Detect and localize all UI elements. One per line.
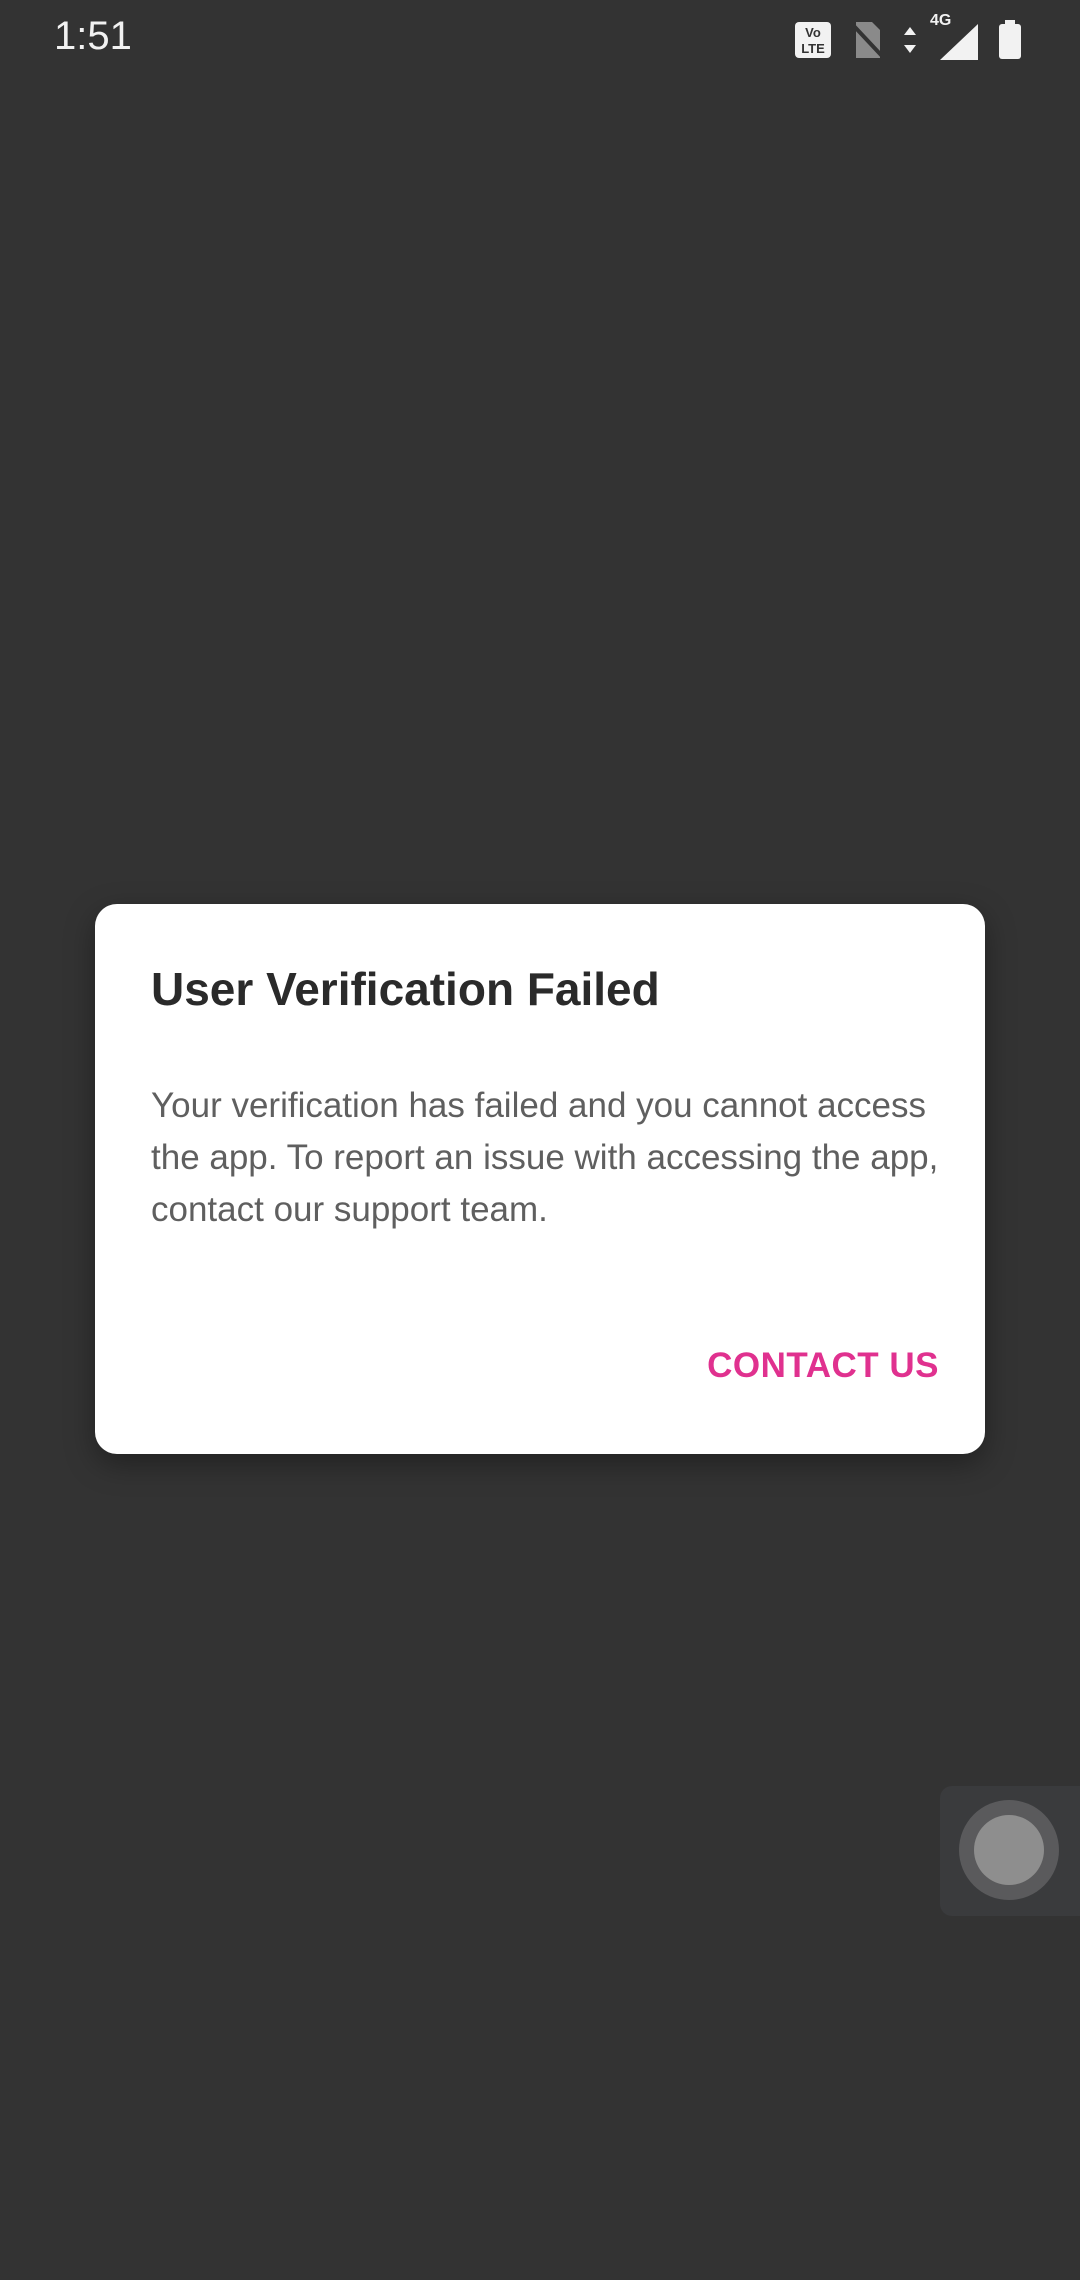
assistive-touch-ring xyxy=(959,1800,1059,1900)
volte-label-top: Vo xyxy=(805,25,821,40)
status-time: 1:51 xyxy=(54,14,132,58)
volte-label-bottom: LTE xyxy=(801,41,825,56)
status-icons: Vo LTE 4G xyxy=(794,12,1022,62)
contact-us-button[interactable]: CONTACT US xyxy=(707,1346,939,1386)
verification-failed-dialog: User Verification Failed Your verificati… xyxy=(95,904,985,1454)
dialog-title: User Verification Failed xyxy=(151,963,660,1015)
network-type-label: 4G xyxy=(930,12,952,29)
signal-4g-icon: 4G xyxy=(930,12,980,62)
battery-icon xyxy=(998,20,1022,60)
data-arrows-icon xyxy=(902,25,918,55)
no-sim-icon xyxy=(850,20,884,60)
assistive-touch-dot xyxy=(974,1815,1044,1885)
status-bar: 1:51 Vo LTE 4G xyxy=(0,0,1080,80)
screen: 1:51 Vo LTE 4G User Verification Failed … xyxy=(0,0,1080,2280)
assistive-touch-button[interactable] xyxy=(940,1786,1080,1916)
dialog-message: Your verification has failed and you can… xyxy=(151,1086,939,1229)
volte-icon: Vo LTE xyxy=(794,21,832,59)
